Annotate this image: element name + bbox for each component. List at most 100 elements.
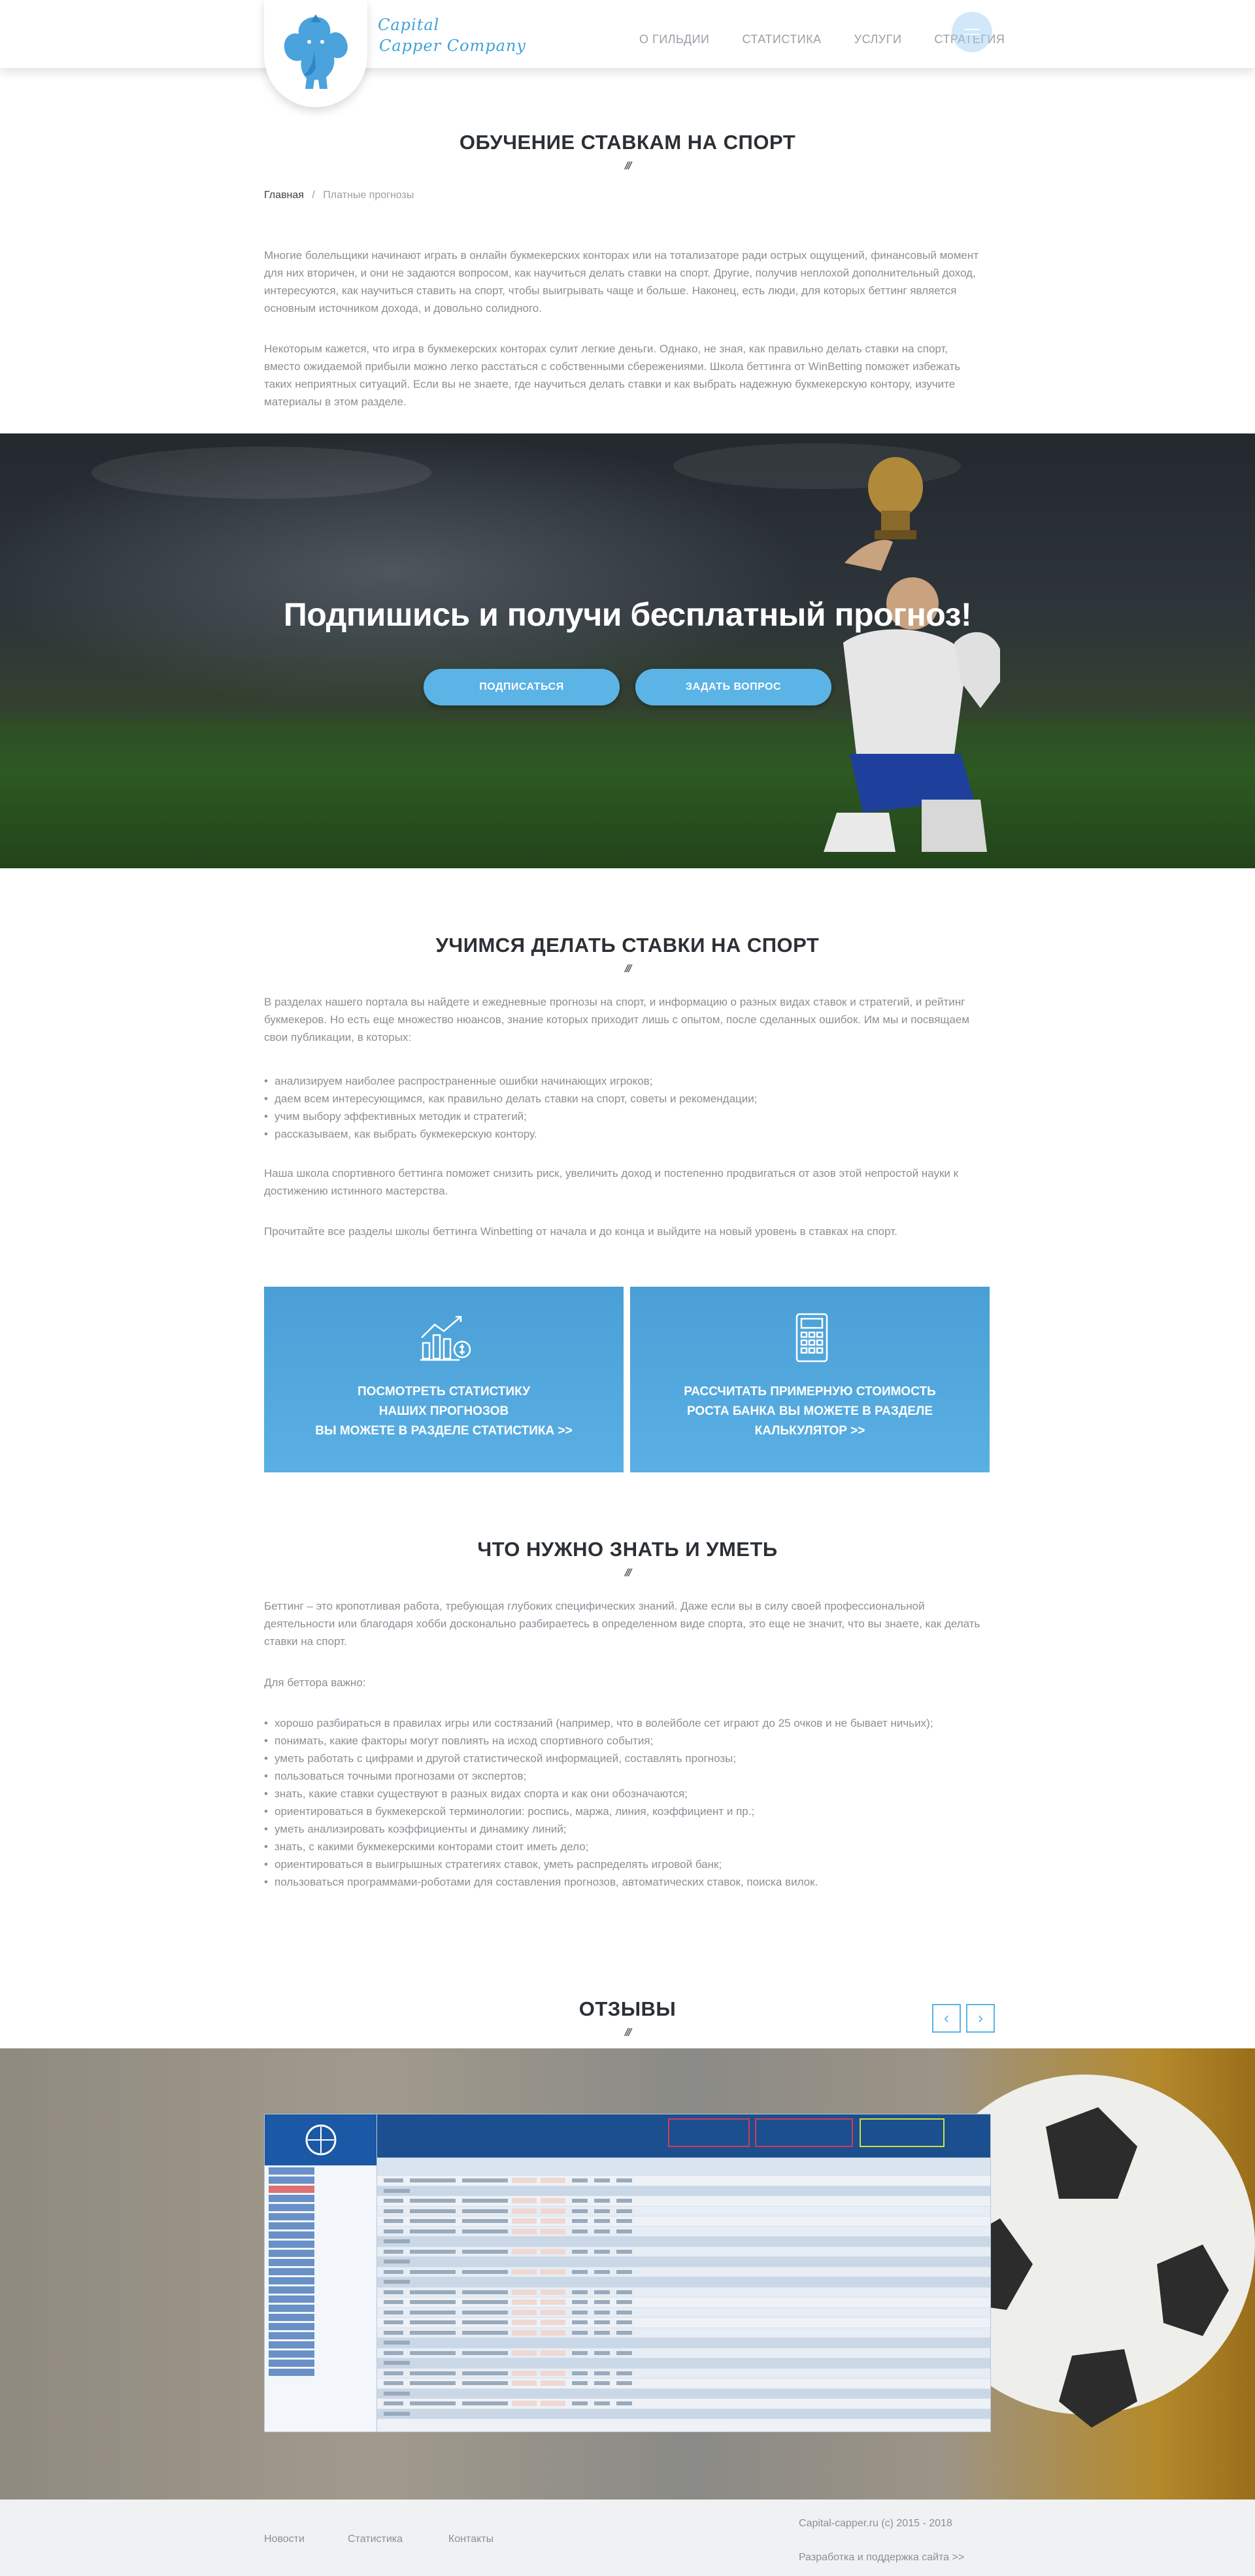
learn-paragraph-1: В разделах нашего портала вы найдете и е… <box>264 996 970 1043</box>
card-line: НАШИХ ПРОГНОЗОВ <box>378 1404 509 1418</box>
carousel-next-button[interactable]: › <box>966 2004 995 2033</box>
list-item: хорошо разбираться в правилах игры или с… <box>264 1714 990 1732</box>
table-row <box>377 2328 990 2338</box>
learn-paragraph-2: Наша школа спортивного беттинга поможет … <box>264 1167 959 1197</box>
screenshot-sidebar-line <box>269 2177 314 2184</box>
screenshot-sidebar-line <box>269 2323 314 2330</box>
screenshot-sidebar-line <box>269 2277 314 2284</box>
screenshot-sidebar-line <box>269 2286 314 2294</box>
learn-list: анализируем наиболее распространенные ош… <box>264 1072 990 1143</box>
title-divider: /// <box>624 160 631 172</box>
table-row <box>377 2348 990 2358</box>
screenshot-logo-icon <box>265 2114 376 2165</box>
footer-developer-link[interactable]: Разработка и поддержка сайта >> <box>799 2552 964 2564</box>
statistics-card-text: ПОСМОТРЕТЬ СТАТИСТИКУ НАШИХ ПРОГНОЗОВ ВЫ… <box>284 1382 604 1441</box>
list-item: даем всем интересующимся, как правильно … <box>264 1090 990 1108</box>
list-item: знать, с какими букмекерскими конторами … <box>264 1838 990 1856</box>
table-row <box>377 2226 990 2237</box>
table-row <box>377 2196 990 2207</box>
chevron-right-icon: › <box>978 2009 983 2027</box>
learn-title: УЧИМСЯ ДЕЛАТЬ СТАВКИ НА СПОРТ <box>435 934 820 957</box>
nav-guild[interactable]: О ГИЛЬДИИ <box>639 33 709 46</box>
screenshot-tabs <box>377 2158 990 2176</box>
screenshot-sidebar-line <box>269 2259 314 2266</box>
screenshot-sidebar-line <box>269 2167 314 2175</box>
logo-line-1: Capital <box>378 16 440 34</box>
table-row <box>377 2277 990 2288</box>
list-item: пользоваться точными прогнозами от экспе… <box>264 1767 990 1785</box>
page-title: ОБУЧЕНИЕ СТАВКАМ НА СПОРТ <box>459 131 796 154</box>
reviews-carousel-controls: ‹ › <box>932 2004 995 2033</box>
table-row <box>377 2267 990 2277</box>
screenshot-sidebar-line <box>269 2332 314 2339</box>
review-screenshot[interactable] <box>264 2114 991 2432</box>
screenshot-table <box>377 2176 990 2432</box>
screenshot-sidebar-line <box>269 2305 314 2312</box>
screenshot-sidebar-line <box>269 2268 314 2275</box>
screenshot-sidebar-line <box>269 2186 314 2193</box>
page: Capital Capper Company О ГИЛЬДИИ СТАТИСТ… <box>0 0 1255 2576</box>
breadcrumb: Главная / Платные прогнозы <box>264 190 414 201</box>
table-row <box>377 2368 990 2379</box>
table-row <box>377 2379 990 2389</box>
footer-link-contacts[interactable]: Контакты <box>448 2534 494 2545</box>
logo-badge[interactable] <box>264 0 367 107</box>
table-row <box>377 2206 990 2216</box>
list-item: понимать, какие факторы могут повлиять н… <box>264 1732 990 1750</box>
list-item: пользоваться программами-роботами для со… <box>264 1873 990 1891</box>
learn-divider: /// <box>624 962 631 975</box>
breadcrumb-home[interactable]: Главная <box>264 190 304 201</box>
calculator-card-text: РАССЧИТАТЬ ПРИМЕРНУЮ СТОИМОСТЬ РОСТА БАН… <box>650 1382 970 1441</box>
hamburger-icon-line <box>964 34 980 35</box>
list-item: уметь анализировать коэффициенты и динам… <box>264 1820 990 1838</box>
screenshot-highlight-box <box>755 2118 853 2147</box>
knowledge-paragraph-2: Для беттора важно: <box>264 1676 366 1689</box>
hamburger-icon <box>964 29 980 30</box>
footer-link-statistics[interactable]: Статистика <box>348 2534 403 2545</box>
chevron-left-icon: ‹ <box>944 2009 949 2027</box>
list-item: ориентироваться в букмекерской терминоло… <box>264 1803 990 1820</box>
screenshot-sidebar-line <box>269 2341 314 2348</box>
screenshot-sidebar-line <box>269 2213 314 2220</box>
ask-question-button[interactable]: ЗАДАТЬ ВОПРОС <box>635 669 831 705</box>
menu-toggle-button[interactable] <box>952 12 992 52</box>
screenshot-topbar <box>377 2114 990 2158</box>
screenshot-sidebar-line <box>269 2296 314 2303</box>
carousel-prev-button[interactable]: ‹ <box>932 2004 961 2033</box>
screenshot-sidebar-line <box>269 2195 314 2202</box>
table-row <box>377 2399 990 2409</box>
screenshot-highlight-box <box>860 2118 945 2147</box>
table-row <box>377 2257 990 2267</box>
table-row <box>377 2307 990 2318</box>
list-item: учим выбору эффективных методик и страте… <box>264 1108 990 1125</box>
footer-copyright: Capital-capper.ru (c) 2015 - 2018 <box>799 2518 952 2529</box>
logo-line-2: Capper Company <box>379 37 526 55</box>
table-row <box>377 2388 990 2399</box>
table-row <box>377 2338 990 2348</box>
nav-services[interactable]: УСЛУГИ <box>854 33 902 46</box>
screenshot-sidebar <box>265 2114 377 2432</box>
subscribe-button[interactable]: ПОДПИСАТЬСЯ <box>424 669 620 705</box>
table-row <box>377 2237 990 2247</box>
intro-paragraph-1: Многие болельщики начинают играть в онла… <box>264 249 979 314</box>
calculator-card[interactable]: РАССЧИТАТЬ ПРИМЕРНУЮ СТОИМОСТЬ РОСТА БАН… <box>630 1287 990 1472</box>
statistics-card[interactable]: ПОСМОТРЕТЬ СТАТИСТИКУ НАШИХ ПРОГНОЗОВ ВЫ… <box>264 1287 624 1472</box>
logo-wordmark[interactable]: Capital Capper Company <box>378 14 526 56</box>
intro-paragraph-2: Некоторым кажется, что игра в букмекерск… <box>264 343 961 408</box>
screenshot-sidebar-line <box>269 2250 314 2257</box>
screenshot-highlight-box <box>668 2118 750 2147</box>
card-line: ПОСМОТРЕТЬ СТАТИСТИКУ <box>357 1385 531 1398</box>
card-line: РОСТА БАНКА ВЫ МОЖЕТЕ В РАЗДЕЛЕ <box>686 1404 933 1418</box>
screenshot-sidebar-line <box>269 2231 314 2239</box>
nav-statistics[interactable]: СТАТИСТИКА <box>742 33 821 46</box>
list-item: рассказываем, как выбрать букмекерскую к… <box>264 1125 990 1143</box>
knowledge-list: хорошо разбираться в правилах игры или с… <box>264 1714 990 1891</box>
screenshot-sidebar-line <box>269 2241 314 2248</box>
knowledge-paragraph-1: Беттинг – это кропотливая работа, требую… <box>264 1600 980 1648</box>
football-player-figure <box>824 457 1000 852</box>
site-footer: Новости Статистика Контакты Capital-capp… <box>0 2500 1255 2576</box>
table-row <box>377 2176 990 2186</box>
footer-link-news[interactable]: Новости <box>264 2534 305 2545</box>
learn-paragraph-3: Прочитайте все разделы школы беттинга Wi… <box>264 1225 897 1238</box>
table-row <box>377 2358 990 2369</box>
